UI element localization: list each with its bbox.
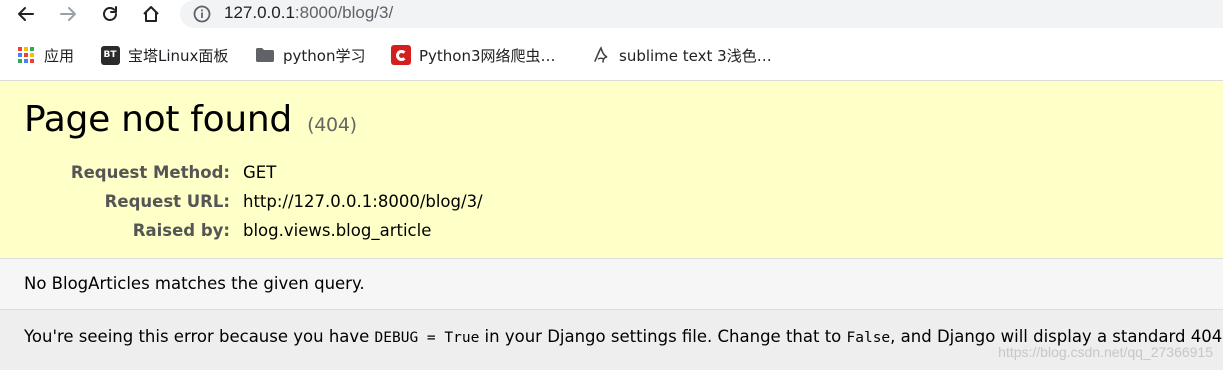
title-text: Page not found (24, 99, 292, 140)
info-icon[interactable] (192, 4, 212, 24)
apps-grid-icon (16, 45, 36, 65)
url-host: 127.0.0.1 (224, 3, 295, 22)
home-button[interactable] (135, 0, 167, 28)
bookmark-bt-panel[interactable]: BT 宝塔Linux面板 (100, 44, 228, 66)
meta-row-raised-by: Raised by: blog.views.blog_article (0, 221, 600, 245)
forward-button[interactable] (52, 0, 84, 28)
address-bar[interactable]: 127.0.0.1:8000/blog/3/ (180, 0, 1223, 28)
home-icon (143, 6, 159, 22)
bookmark-sublime[interactable]: sublime text 3浅色… (591, 44, 772, 66)
meta-key: Request Method: (70, 163, 230, 182)
arrow-left-icon (18, 7, 34, 21)
bookmark-label: 宝塔Linux面板 (128, 46, 229, 65)
red-c-logo-icon (391, 45, 411, 65)
bt-badge: BT (100, 45, 120, 65)
back-button[interactable] (10, 0, 42, 28)
explanation-part: in your Django settings file. Change tha… (479, 327, 847, 346)
meta-key: Request URL: (104, 192, 230, 211)
meta-row-request-url: Request URL: http://127.0.0.1:8000/blog/… (0, 192, 600, 216)
info-message: No BlogArticles matches the given query. (24, 274, 365, 293)
bookmark-python-folder[interactable]: python学习 (255, 44, 365, 66)
arrow-right-icon (60, 7, 76, 21)
debug-setting-code: DEBUG = True (374, 330, 480, 346)
error-summary: Page not found (404) Request Method: GET… (0, 81, 1223, 259)
explanation-part: You're seeing this error because you hav… (24, 327, 375, 346)
bookmark-label: python学习 (283, 46, 366, 65)
meta-key: Raised by: (132, 221, 230, 240)
error-info: No BlogArticles matches the given query. (0, 259, 1223, 310)
django-404-page: Page not found (404) Request Method: GET… (0, 80, 1223, 370)
false-value-code: False (846, 330, 891, 346)
bookmark-label: Python3网络爬虫… (419, 46, 556, 65)
meta-row-request-method: Request Method: GET (0, 163, 600, 187)
csdn-watermark: https://blog.csdn.net/qq_27366915 (998, 344, 1213, 360)
bookmarks-bar: 应用 BT 宝塔Linux面板 python学习 Python3网络爬虫… su… (0, 36, 1223, 74)
meta-value: GET (243, 163, 277, 182)
bt-logo-icon: BT (100, 45, 120, 65)
reload-icon (103, 6, 117, 21)
status-code: (404) (307, 114, 357, 136)
url-text[interactable]: 127.0.0.1:8000/blog/3/ (224, 3, 393, 23)
folder-icon (255, 45, 275, 65)
sublime-logo-icon (591, 45, 611, 65)
bookmark-apps[interactable]: 应用 (16, 44, 74, 66)
bookmark-python3-spider[interactable]: Python3网络爬虫… (391, 44, 556, 66)
error-explanation: You're seeing this error because you hav… (0, 310, 1223, 370)
meta-value: blog.views.blog_article (243, 221, 432, 240)
reload-button[interactable] (94, 0, 126, 28)
page-title: Page not found (404) (24, 99, 357, 140)
url-path: :8000/blog/3/ (294, 3, 394, 22)
meta-value: http://127.0.0.1:8000/blog/3/ (243, 192, 483, 211)
browser-toolbar: 127.0.0.1:8000/blog/3/ (0, 0, 1223, 32)
bookmark-label: 应用 (44, 46, 75, 65)
bookmark-label: sublime text 3浅色… (619, 46, 772, 65)
